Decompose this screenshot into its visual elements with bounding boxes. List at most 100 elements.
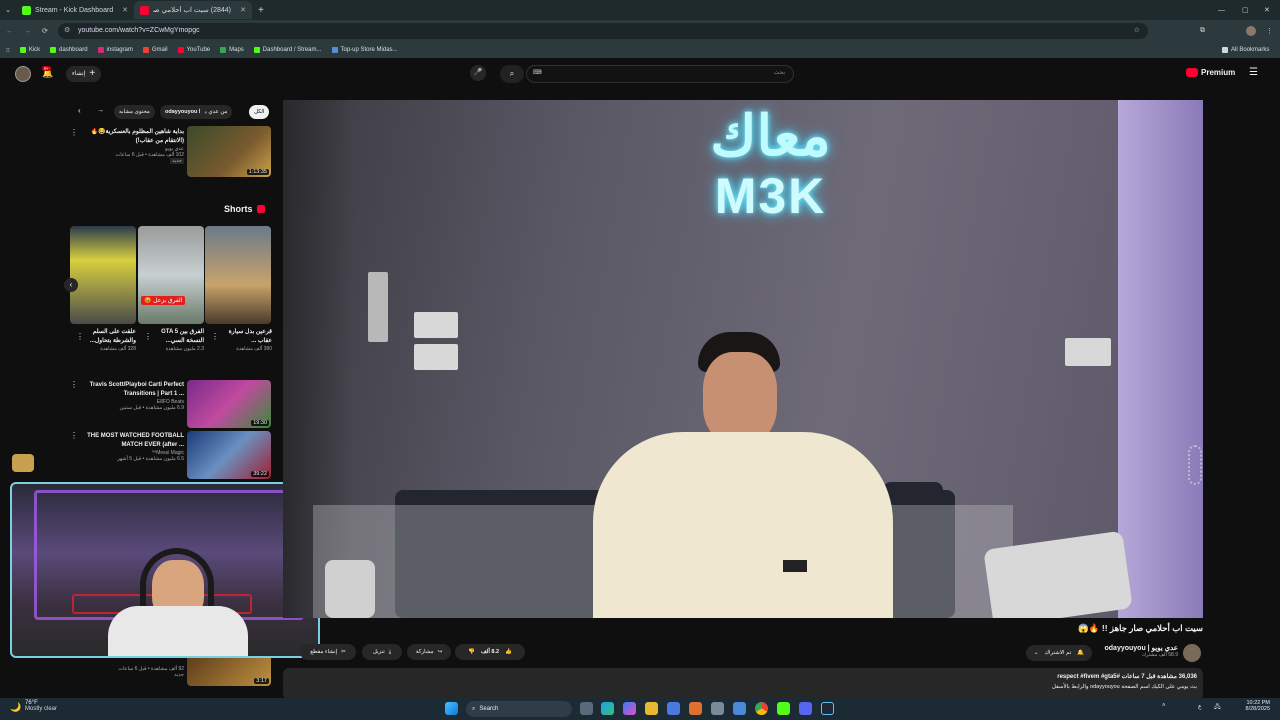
shorts-prev-button[interactable]: ‹ <box>64 278 78 292</box>
copilot-icon[interactable] <box>623 702 636 715</box>
short-info[interactable]: قرعين بدل سيارة عقاب ... 380 ألف مشاهدة <box>218 328 272 352</box>
clip-button[interactable]: إنشاء مقطع ✂ <box>300 644 356 660</box>
bookmark-dashboard[interactable]: dashboard <box>50 47 88 53</box>
shorts-icon <box>256 205 265 213</box>
chrome-icon[interactable] <box>755 702 768 715</box>
weather-icon[interactable]: 🌙 <box>10 702 21 713</box>
tab-list-icon[interactable]: ⌄ <box>0 6 16 14</box>
app-icon[interactable] <box>733 702 746 715</box>
bookmark-instagram[interactable]: instagram <box>97 47 133 53</box>
file-explorer-icon[interactable] <box>645 702 658 715</box>
video-info[interactable]: Travis Scott/Playboi Carti Perfect Trans… <box>84 381 184 411</box>
start-button[interactable] <box>445 702 458 715</box>
more-options-icon[interactable]: ⋮ <box>76 332 84 341</box>
short-thumbnail[interactable] <box>205 226 271 324</box>
menu-icon[interactable]: ⋮ <box>1266 27 1273 35</box>
kick-app-icon[interactable] <box>777 702 790 715</box>
more-options-icon[interactable]: ⋮ <box>144 332 152 341</box>
video-title: THE MOST WATCHED FOOTBALL MATCH EVER (af… <box>87 433 184 448</box>
clip-label: إنشاء مقطع <box>310 649 338 655</box>
steam-icon[interactable] <box>821 702 834 715</box>
video-thumbnail[interactable]: 19:30 <box>187 380 271 428</box>
chip-odayyouyou[interactable]: odayyouyou ا <box>160 105 206 119</box>
maximize-button[interactable]: ▢ <box>1242 6 1249 14</box>
app-icon[interactable] <box>689 702 702 715</box>
bookmark-maps[interactable]: Maps <box>220 47 244 53</box>
short-info[interactable]: علقت على السلم والشرطة بتحاول... 328 ألف… <box>84 328 136 352</box>
youtube-logo[interactable]: Premium <box>1186 68 1235 77</box>
more-options-icon[interactable]: ⋮ <box>211 332 219 341</box>
more-options-icon[interactable]: ⋮ <box>70 380 78 389</box>
close-icon[interactable]: ✕ <box>240 6 246 14</box>
more-options-icon[interactable]: ⋮ <box>70 431 78 440</box>
app-icon[interactable] <box>711 702 724 715</box>
short-info[interactable]: الفرق بين GTA 5 النسخة السي... 2.3 مليون… <box>152 328 204 352</box>
voice-search-icon[interactable]: 🎤 <box>470 65 486 81</box>
network-icon[interactable]: 🖧 <box>1214 702 1221 712</box>
video-thumbnail[interactable]: 39:22 <box>187 431 271 479</box>
input-language[interactable]: ع <box>1198 703 1202 710</box>
store-icon[interactable] <box>667 702 680 715</box>
all-bookmarks[interactable]: All Bookmarks <box>1222 47 1269 53</box>
avatar[interactable] <box>15 66 31 82</box>
bookmark-stream-dashboard[interactable]: Dashboard / Stream... <box>253 47 322 53</box>
keyboard-icon[interactable]: ⌨ <box>533 69 542 76</box>
chip-all[interactable]: الكل <box>249 105 270 119</box>
tab-kick[interactable]: Stream - Kick Dashboard ✕ <box>16 1 134 19</box>
edge-icon[interactable] <box>601 702 614 715</box>
tray-chevron-icon[interactable]: ˄ <box>1162 703 1166 709</box>
taskbar-search[interactable]: ⌕ Search <box>466 701 572 717</box>
task-view-icon[interactable] <box>580 702 593 715</box>
site-info-icon[interactable]: ⚙ <box>64 23 70 39</box>
search-button[interactable]: ⌕ <box>500 65 524 83</box>
bookmark-midas[interactable]: Top-up Store Midas... <box>331 47 398 53</box>
top-video-info[interactable]: بداية شاهين المظلوم بالعسكرية😂🔥 (الانتقا… <box>84 128 184 164</box>
short-thumbnail[interactable] <box>70 226 136 324</box>
apps-icon[interactable]: ⁝⁝ <box>6 47 10 54</box>
back-icon[interactable]: ← <box>6 28 13 35</box>
extensions-icon[interactable]: ⧉ <box>1200 27 1205 35</box>
like-dislike-button[interactable]: 👎 8.2 ألف 👍 <box>455 644 525 660</box>
video-player[interactable]: معاك M3K <box>283 100 1203 618</box>
bookmark-gmail[interactable]: Gmail <box>142 47 168 53</box>
date: 8/28/2025 <box>1245 706 1270 712</box>
duration: 39:22 <box>251 471 269 477</box>
hamburger-icon[interactable]: ☰ <box>1249 67 1258 78</box>
dislike-icon[interactable]: 👎 <box>468 644 475 660</box>
search-input[interactable]: بحث ⌨ <box>526 65 794 83</box>
like-icon[interactable]: 👍 <box>505 644 512 660</box>
short-thumbnail[interactable]: الفرق بزعل 😡 <box>138 226 204 324</box>
top-video-thumbnail[interactable]: 1:13:35 <box>187 126 271 177</box>
forward-icon[interactable]: → <box>24 28 31 35</box>
bookmark-star-icon[interactable]: ☆ <box>1134 23 1140 39</box>
url-input[interactable]: ⚙ youtube.com/watch?v=ZCwMgYmopgc ☆ <box>58 23 1148 39</box>
tab-youtube[interactable]: (2844) سيت اب أحلامي صار ✕ <box>134 1 252 19</box>
video-info[interactable]: 92 ألف مشاهدة • قبل 6 ساعات جديد <box>100 666 184 678</box>
new-tab-button[interactable]: + <box>258 5 264 16</box>
channel-avatar[interactable] <box>1183 644 1201 662</box>
share-button[interactable]: مشاركة ↪ <box>407 644 451 660</box>
create-button[interactable]: إنشاء + <box>66 66 102 82</box>
clock[interactable]: 10:22 PM 8/28/2025 <box>1238 700 1270 712</box>
discord-icon[interactable] <box>799 702 812 715</box>
chip-related[interactable]: محتوى مشابه <box>114 105 155 119</box>
download-button[interactable]: تنزيل ⤓ <box>362 644 402 660</box>
chevron-left-icon[interactable]: ‹ <box>78 106 81 115</box>
close-window-button[interactable]: ✕ <box>1264 6 1270 14</box>
profile-icon[interactable] <box>1246 26 1256 36</box>
search-icon: ⌕ <box>472 705 476 712</box>
download-label: تنزيل <box>372 649 385 655</box>
bookmark-youtube[interactable]: YouTube <box>177 47 210 53</box>
youtube-page: Premium ☰ بحث ⌨ ⌕ 🎤 إنشاء + 🔔 9+ الكل من… <box>0 58 1280 700</box>
close-icon[interactable]: ✕ <box>122 6 128 14</box>
reload-icon[interactable]: ⟳ <box>42 27 48 35</box>
more-options-icon[interactable]: ⋮ <box>70 128 78 137</box>
chip-arrow-right[interactable]: → <box>97 107 104 114</box>
video-info[interactable]: THE MOST WATCHED FOOTBALL MATCH EVER (af… <box>80 432 184 462</box>
weather-widget[interactable]: 76°F Mostly clear <box>25 700 57 712</box>
minimize-button[interactable]: — <box>1218 7 1225 14</box>
weather-text: Mostly clear <box>25 706 58 712</box>
description-box[interactable]: 36,036 مشاهدة قبل 7 ساعات #respect #five… <box>283 668 1203 700</box>
bookmark-kick[interactable]: Kick <box>19 47 40 53</box>
subscribed-button[interactable]: ⌄ تم الاشتراك 🔔 <box>1026 645 1092 661</box>
